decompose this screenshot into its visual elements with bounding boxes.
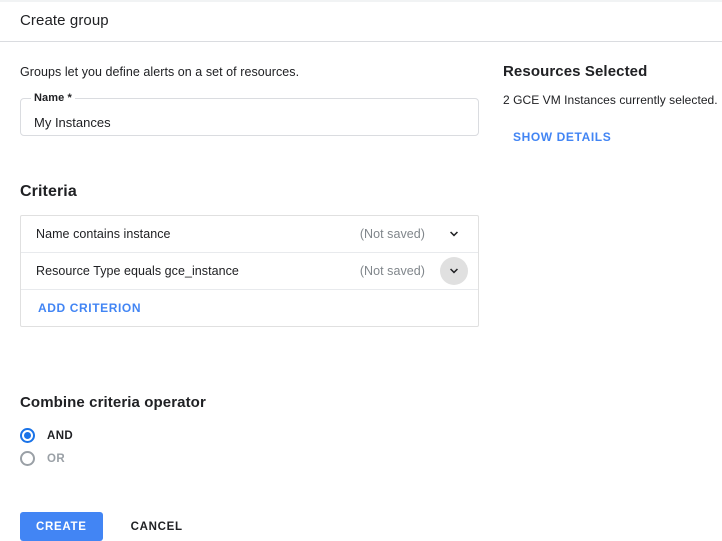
name-field[interactable]: Name * xyxy=(20,98,479,136)
form-actions: CREATE CANCEL xyxy=(20,512,191,541)
cancel-button[interactable]: CANCEL xyxy=(123,512,191,541)
chevron-down-icon[interactable] xyxy=(440,220,468,248)
radio-label-and: AND xyxy=(47,430,73,442)
criteria-heading: Criteria xyxy=(20,183,77,201)
chevron-down-icon[interactable] xyxy=(440,257,468,285)
criteria-row[interactable]: Resource Type equals gce_instance (Not s… xyxy=(21,253,478,290)
name-input[interactable] xyxy=(21,99,478,135)
page-header: Create group xyxy=(0,2,722,42)
radio-option-or[interactable]: OR xyxy=(20,447,73,470)
radio-option-and[interactable]: AND xyxy=(20,424,73,447)
page-title: Create group xyxy=(20,12,109,29)
resources-selected-heading: Resources Selected xyxy=(503,63,647,80)
create-button[interactable]: CREATE xyxy=(20,512,103,541)
criteria-row-label: Name contains instance xyxy=(36,227,171,241)
add-criterion-button[interactable]: ADD CRITERION xyxy=(38,301,141,315)
resources-selected-summary: 2 GCE VM Instances currently selected. xyxy=(503,93,718,107)
add-criterion-row[interactable]: ADD CRITERION xyxy=(21,290,478,326)
radio-icon-selected xyxy=(20,428,35,443)
criteria-row-label: Resource Type equals gce_instance xyxy=(36,264,239,278)
show-details-button[interactable]: SHOW DETAILS xyxy=(513,130,611,144)
radio-icon-unselected xyxy=(20,451,35,466)
combine-operator-radio-group: AND OR xyxy=(20,424,73,470)
criteria-row-status: (Not saved) xyxy=(360,264,425,278)
radio-label-or: OR xyxy=(47,453,65,465)
criteria-list: Name contains instance (Not saved) Resou… xyxy=(20,215,479,327)
combine-operator-heading: Combine criteria operator xyxy=(20,394,206,411)
criteria-row[interactable]: Name contains instance (Not saved) xyxy=(21,216,478,253)
criteria-row-status: (Not saved) xyxy=(360,227,425,241)
intro-description: Groups let you define alerts on a set of… xyxy=(20,65,299,79)
